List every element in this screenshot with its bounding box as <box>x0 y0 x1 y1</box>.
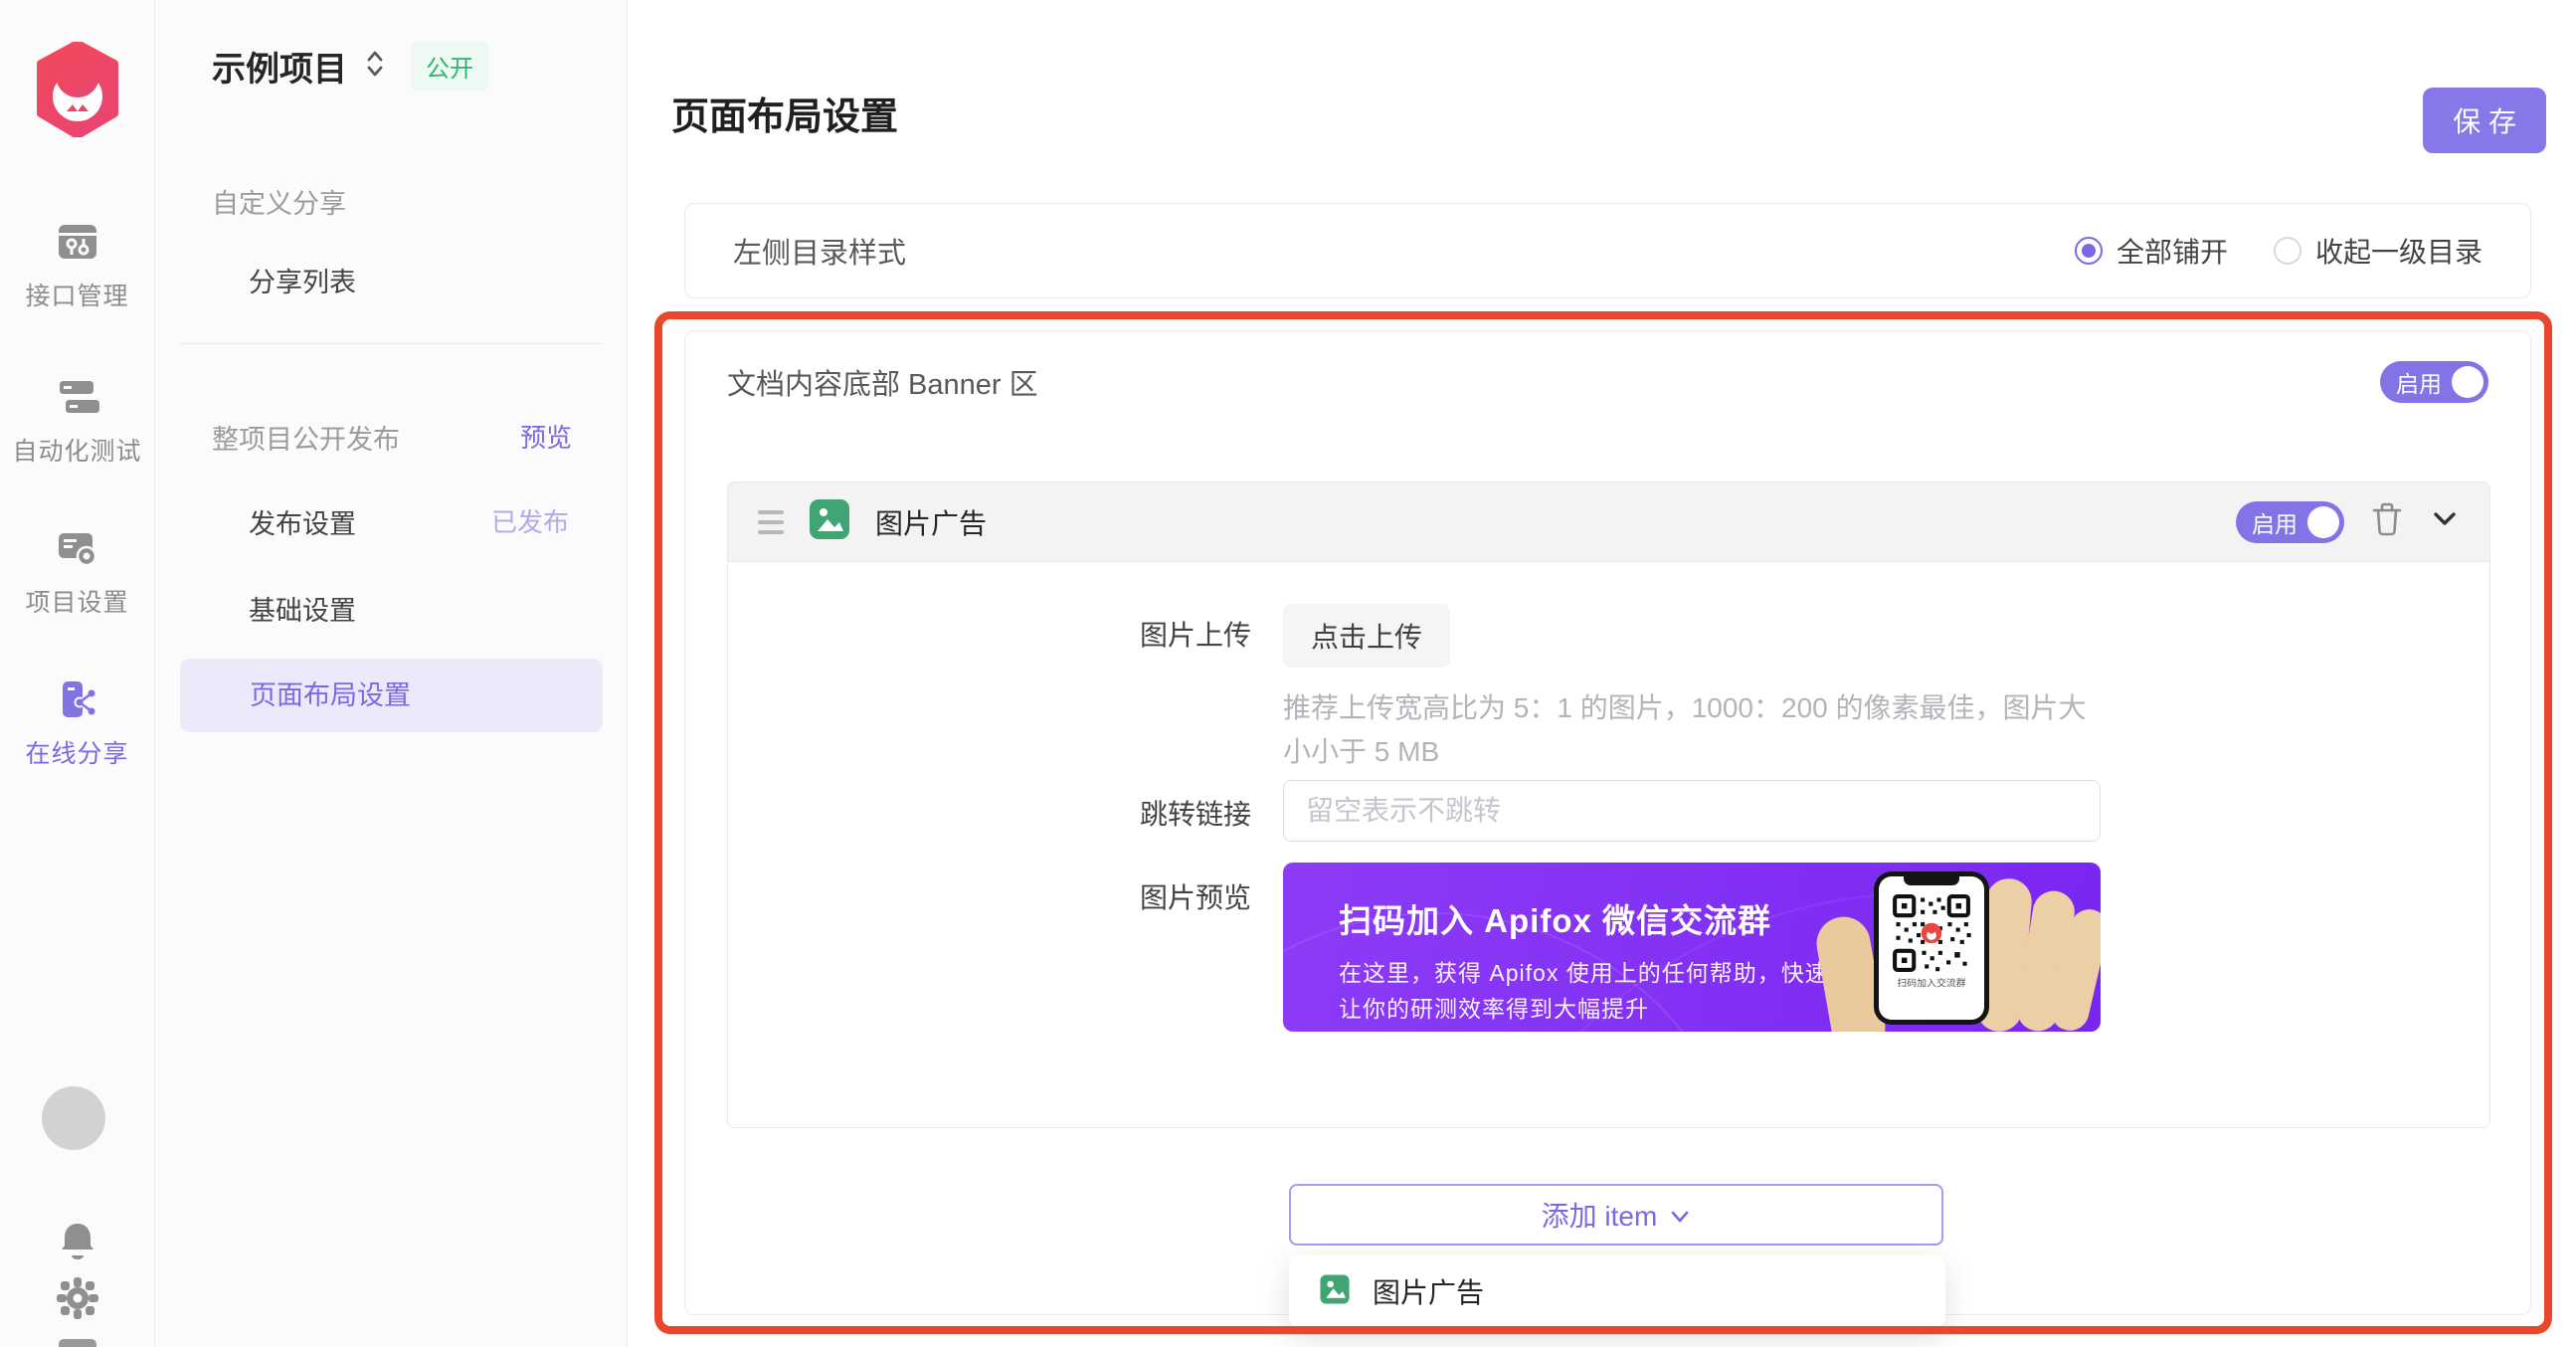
item-controls: 启用 <box>2236 501 2460 543</box>
notifications-bell-icon[interactable] <box>56 1218 99 1268</box>
upload-field-label: 图片上传 <box>728 614 1251 654</box>
published-status: 已发布 <box>491 502 569 539</box>
radio-unselected-icon <box>2274 237 2301 265</box>
preview-link[interactable]: 预览 <box>520 418 572 455</box>
sidebar-item-api-management[interactable]: 接口管理 <box>0 221 154 312</box>
banner-enable-toggle[interactable]: 启用 <box>2380 361 2488 403</box>
toggle-knob <box>2307 506 2339 538</box>
automated-testing-icon <box>0 376 154 423</box>
save-button[interactable]: 保 存 <box>2423 88 2546 153</box>
banner-section-header: 文档内容底部 Banner 区 启用 <box>727 361 2488 403</box>
item-panel-header: 图片广告 启用 <box>728 482 2489 562</box>
partial-bottom-icon <box>59 1339 96 1347</box>
apifox-logo-icon[interactable] <box>31 42 124 137</box>
collapse-chevron-down-icon[interactable] <box>2430 509 2460 534</box>
rail-label: 接口管理 <box>0 277 154 312</box>
phone-image: 扫码加入交流群 <box>1874 871 1989 1025</box>
upload-hint-line1: 推荐上传宽高比为 5：1 的图片，1000：200 的像素最佳，图片大 <box>1283 686 2178 726</box>
page-title: 页面布局设置 <box>671 86 898 140</box>
upload-hint-line2: 小小于 5 MB <box>1283 730 2178 770</box>
toggle-label: 启用 <box>2252 505 2298 539</box>
item-enable-toggle[interactable]: 启用 <box>2236 501 2344 543</box>
preview-field-label: 图片预览 <box>728 876 1251 916</box>
rail-label: 自动化测试 <box>0 432 154 468</box>
sidebar-item-automated-testing[interactable]: 自动化测试 <box>0 376 154 468</box>
image-ad-icon <box>808 497 851 546</box>
qr-caption: 扫码加入交流群 <box>1884 976 1978 990</box>
dropdown-item-image-ad[interactable]: 图片广告 <box>1373 1271 1484 1311</box>
settings-gear-icon[interactable] <box>55 1275 100 1326</box>
banner-line1: 在这里，获得 Apifox 使用上的任何帮助，快速上手 <box>1339 954 1877 988</box>
item-title: 图片广告 <box>875 502 987 542</box>
user-avatar[interactable] <box>42 1086 105 1150</box>
banner-heading: 扫码加入 Apifox 微信交流群 <box>1339 894 1771 942</box>
sidebar-item-label: 页面布局设置 <box>250 659 411 732</box>
image-ad-item-panel: 图片广告 启用 <box>727 481 2490 1128</box>
bottom-banner-card: 文档内容底部 Banner 区 启用 图片广告 <box>684 330 2531 1315</box>
directory-style-card: 左侧目录样式 全部铺开 收起一级目录 <box>684 203 2531 298</box>
sidebar-item-online-share[interactable]: 在线分享 <box>0 678 154 770</box>
main-content: 页面布局设置 保 存 左侧目录样式 全部铺开 收起一级目录 文档内容底部 Ban… <box>628 0 2576 1347</box>
link-field-label: 跳转链接 <box>728 793 1251 833</box>
sidebar-item-page-layout-settings[interactable]: 页面布局设置 <box>180 659 603 732</box>
sidebar-divider <box>180 343 603 344</box>
icon-rail: 接口管理 自动化测试 项目设置 <box>0 0 155 1347</box>
phone-screen: 扫码加入交流群 <box>1879 876 1984 1020</box>
add-item-label: 添加 item <box>1542 1195 1658 1235</box>
sidebar-item-publish-settings[interactable]: 发布设置 <box>249 502 356 541</box>
sidebar-item-share-list[interactable]: 分享列表 <box>249 261 356 299</box>
radio-expand-all[interactable]: 全部铺开 <box>2075 231 2228 271</box>
sidebar-group-header: 整项目公开发布 <box>212 418 400 457</box>
upload-button[interactable]: 点击上传 <box>1283 604 1450 668</box>
sidebar-group-header: 自定义分享 <box>212 182 346 221</box>
image-ad-icon <box>1319 1273 1351 1310</box>
directory-style-label: 左侧目录样式 <box>733 230 906 272</box>
radio-label: 收起一级目录 <box>2315 231 2483 271</box>
radio-label: 全部铺开 <box>2116 231 2228 271</box>
add-item-button[interactable]: 添加 item <box>1289 1184 1943 1246</box>
chevron-down-icon <box>1669 1199 1691 1231</box>
delete-trash-icon[interactable] <box>2370 501 2404 542</box>
api-management-icon <box>0 221 154 268</box>
banner-preview-image: 扫码加入 Apifox 微信交流群 在这里，获得 Apifox 使用上的任何帮助… <box>1283 863 2101 1032</box>
banner-line2: 让你的研测效率得到大幅提升 <box>1339 990 1649 1024</box>
qr-code <box>1891 892 1972 974</box>
project-switch-chevrons-icon <box>363 49 387 84</box>
project-selector[interactable]: 示例项目 公开 <box>212 42 488 91</box>
visibility-status-badge: 公开 <box>411 42 488 91</box>
phone-notch <box>1904 876 1959 885</box>
sidebar-item-basic-settings[interactable]: 基础设置 <box>249 589 356 628</box>
sidebar-item-project-settings[interactable]: 项目设置 <box>0 527 154 619</box>
jump-link-input[interactable] <box>1283 780 2101 842</box>
rail-label: 在线分享 <box>0 734 154 770</box>
online-share-icon <box>0 678 154 725</box>
radio-collapse-first-level[interactable]: 收起一级目录 <box>2274 231 2483 271</box>
toggle-label: 启用 <box>2396 365 2442 399</box>
toggle-knob <box>2452 366 2484 398</box>
banner-section-title: 文档内容底部 Banner 区 <box>727 361 1038 403</box>
radio-selected-icon <box>2075 237 2103 265</box>
project-name: 示例项目 <box>212 42 347 91</box>
rail-label: 项目设置 <box>0 583 154 619</box>
directory-style-radio-group: 全部铺开 收起一级目录 <box>2075 231 2483 271</box>
project-settings-icon <box>0 527 154 574</box>
add-item-dropdown: 图片广告 <box>1289 1255 1945 1327</box>
drag-handle[interactable] <box>758 510 784 534</box>
share-sidebar: 示例项目 公开 自定义分享 分享列表 整项目公开发布 预览 发布设置 已发布 基… <box>155 0 628 1347</box>
